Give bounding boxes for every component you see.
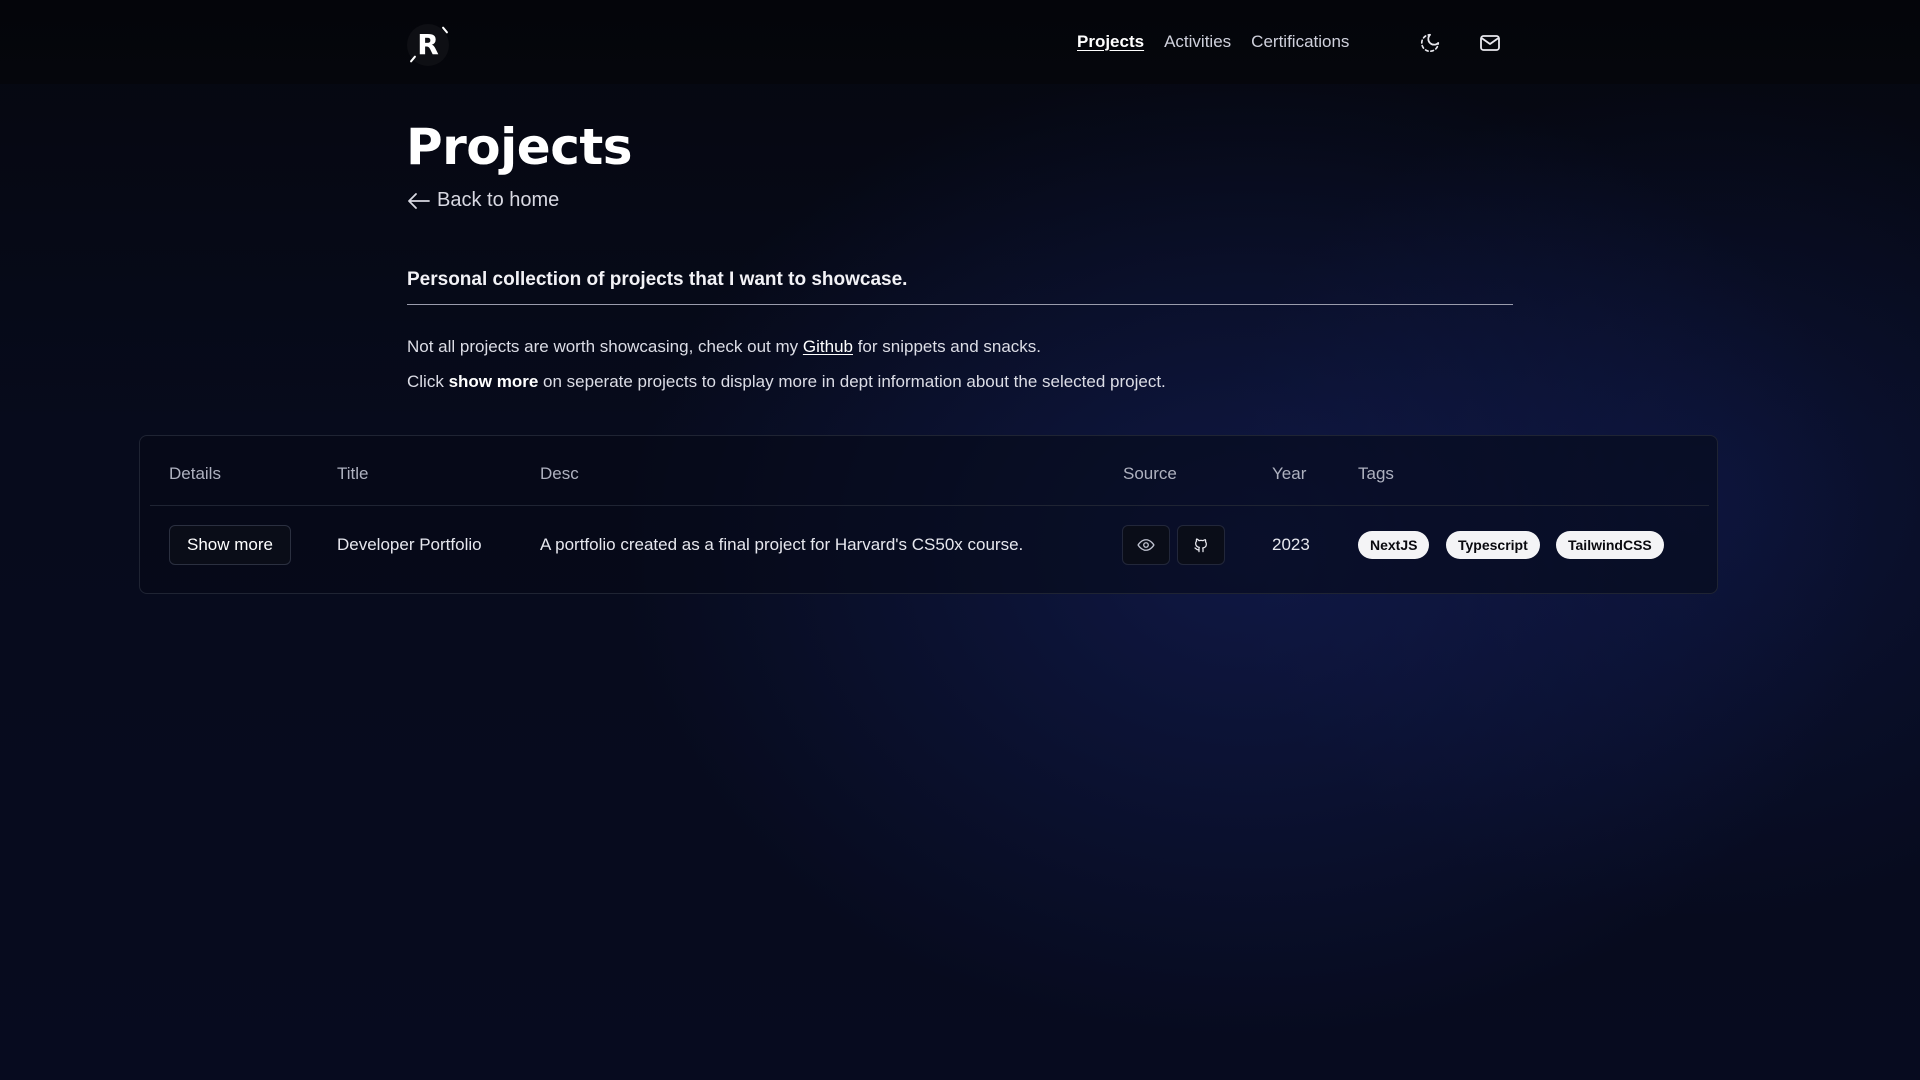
column-header-desc: Desc: [540, 464, 579, 483]
table-header: Details Title Desc Source Year Tags: [140, 436, 1717, 506]
back-to-home-label: Back to home: [437, 189, 560, 211]
mail-icon: [1480, 35, 1500, 51]
project-description: A portfolio created as a final project f…: [540, 535, 1024, 554]
github-source-button[interactable]: [1177, 525, 1225, 565]
intro-paragraph-show-more: Click show more on seperate projects to …: [407, 372, 1166, 391]
github-link[interactable]: Github: [803, 337, 853, 356]
show-more-button[interactable]: Show more: [169, 525, 291, 565]
column-header-details: Details: [169, 464, 221, 483]
intro-paragraph-github: Not all projects are worth showcasing, c…: [407, 337, 1042, 356]
main-nav: Projects Activities Certifications: [1077, 32, 1349, 52]
back-to-home-link[interactable]: Back to home: [407, 189, 559, 212]
header-divider: [150, 505, 1709, 506]
project-year: 2023: [1272, 535, 1310, 554]
nav-link-projects[interactable]: Projects: [1077, 32, 1144, 52]
nav-link-activities[interactable]: Activities: [1164, 32, 1231, 52]
tag-badge[interactable]: NextJS: [1358, 531, 1430, 559]
github-icon: [1194, 538, 1207, 553]
page-subtitle: Personal collection of projects that I w…: [407, 269, 908, 290]
theme-toggle-button[interactable]: [1417, 30, 1443, 56]
top-navigation-bar: R Projects Activities Certifications: [0, 0, 1920, 84]
column-header-source: Source: [1123, 464, 1177, 483]
page-title: Projects: [406, 118, 633, 176]
show-more-emphasis: show more: [448, 372, 539, 391]
live-preview-button[interactable]: [1122, 525, 1170, 565]
logo[interactable]: R: [407, 24, 449, 66]
logo-letter: R: [417, 28, 439, 61]
contact-mail-button[interactable]: [1477, 30, 1503, 56]
eye-icon: [1137, 539, 1155, 551]
column-header-title: Title: [337, 464, 369, 483]
nav-link-certifications[interactable]: Certifications: [1251, 32, 1349, 52]
moon-icon: [1420, 33, 1440, 53]
divider: [407, 304, 1513, 305]
column-header-year: Year: [1272, 464, 1307, 483]
arrow-left-icon: [408, 192, 430, 209]
projects-table: Details Title Desc Source Year Tags Show…: [139, 435, 1718, 594]
column-header-tags: Tags: [1358, 464, 1394, 483]
project-title: Developer Portfolio: [337, 535, 482, 554]
tag-badge[interactable]: TailwindCSS: [1556, 531, 1664, 559]
tag-badge[interactable]: Typescript: [1446, 531, 1540, 559]
